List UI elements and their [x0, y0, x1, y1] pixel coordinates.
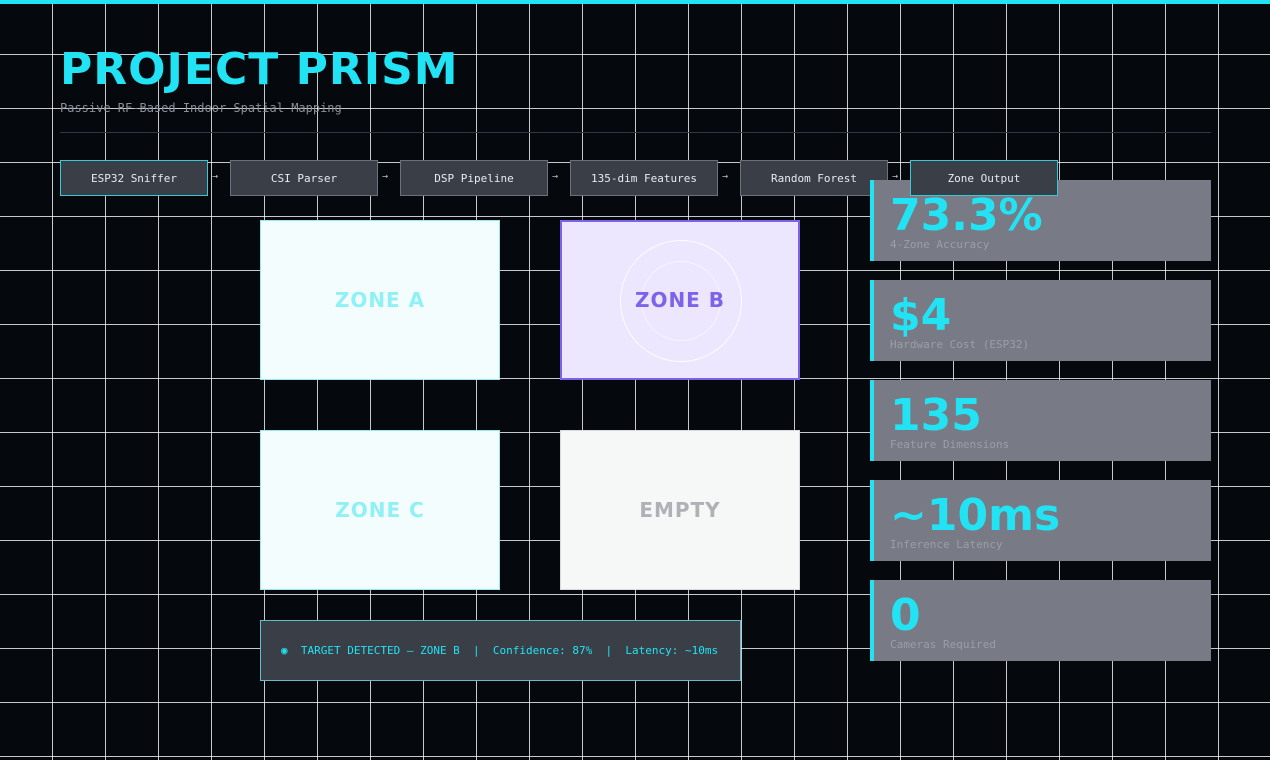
zone-b-tile[interactable]: ZONE B — [560, 220, 800, 380]
stat-value: $4 — [890, 290, 952, 341]
stat-card-feature-dimensions: 135 Feature Dimensions — [870, 380, 1211, 461]
page-subtitle: Passive RF-Based Indoor Spatial Mapping — [60, 101, 342, 115]
pipeline-arrow-icon: → — [721, 171, 729, 182]
pipeline-arrow-icon: → — [551, 171, 559, 182]
pipeline-step-features[interactable]: 135-dim Features — [570, 160, 718, 196]
zone-c-tile[interactable]: ZONE C — [260, 430, 500, 590]
pipeline-step-csi-parser[interactable]: CSI Parser — [230, 160, 378, 196]
pipeline-step-zone-output[interactable]: Zone Output — [910, 160, 1058, 196]
header-divider — [60, 132, 1211, 133]
stat-card-cameras: 0 Cameras Required — [870, 580, 1211, 661]
stat-card-hardware-cost: $4 Hardware Cost (ESP32) — [870, 280, 1211, 361]
stat-card-inference-latency: ~10ms Inference Latency — [870, 480, 1211, 561]
stat-value: 0 — [890, 590, 921, 641]
pipeline-step-dsp-pipeline[interactable]: DSP Pipeline — [400, 160, 548, 196]
stat-value: ~10ms — [890, 490, 1061, 541]
pipeline-step-random-forest[interactable]: Random Forest — [740, 160, 888, 196]
zone-label: ZONE B — [634, 288, 726, 312]
pipeline-arrow-icon: → — [381, 171, 389, 182]
page-title: PROJECT PRISM — [60, 44, 459, 95]
stat-label: Feature Dimensions — [890, 438, 1010, 451]
stat-label: Cameras Required — [890, 638, 996, 651]
zone-a-tile[interactable]: ZONE A — [260, 220, 500, 380]
stat-value: 135 — [890, 390, 982, 441]
stat-label: Inference Latency — [890, 538, 1003, 551]
pipeline-arrow-icon: → — [211, 171, 219, 182]
zone-label: EMPTY — [639, 498, 721, 522]
stat-label: Hardware Cost (ESP32) — [890, 338, 1030, 351]
detection-status-bar: ◉ TARGET DETECTED — ZONE B | Confidence:… — [260, 620, 741, 681]
zone-label: ZONE A — [334, 288, 426, 312]
pipeline-step-esp32-sniffer[interactable]: ESP32 Sniffer — [60, 160, 208, 196]
stat-value: 73.3% — [890, 190, 1043, 241]
zone-label: ZONE C — [335, 498, 425, 522]
empty-zone-tile[interactable]: EMPTY — [560, 430, 800, 590]
top-accent-bar — [0, 0, 1270, 4]
stat-label: 4-Zone Accuracy — [890, 238, 990, 251]
